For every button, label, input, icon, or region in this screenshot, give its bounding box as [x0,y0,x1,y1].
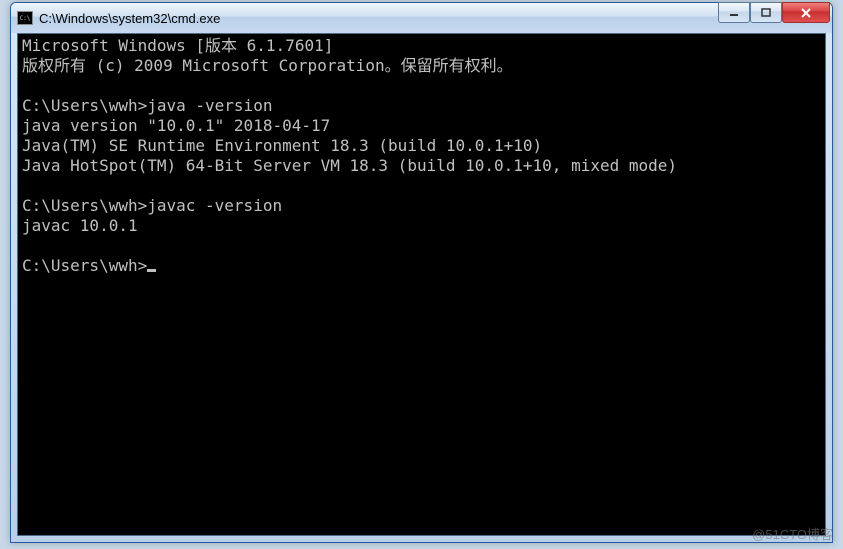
watermark: @51CTO博客 [752,524,833,543]
titlebar[interactable]: C:\Windows\system32\cmd.exe [11,3,832,33]
console-line: Microsoft Windows [版本 6.1.7601] [22,36,333,55]
console-line: Java HotSpot(TM) 64-Bit Server VM 18.3 (… [22,156,677,175]
console-output: Microsoft Windows [版本 6.1.7601] 版权所有 (c)… [22,36,821,276]
minimize-button[interactable] [718,2,750,23]
maximize-button[interactable] [750,2,782,23]
console-prompt: C:\Users\wwh> [22,256,147,275]
console-line: Java(TM) SE Runtime Environment 18.3 (bu… [22,136,542,155]
cmd-window: C:\Windows\system32\cmd.exe Microsoft Wi… [10,2,833,543]
console-line: javac 10.0.1 [22,216,138,235]
console-line: 版权所有 (c) 2009 Microsoft Corporation。保留所有… [22,56,513,75]
console-line: C:\Users\wwh>javac -version [22,196,282,215]
console-line: C:\Users\wwh>java -version [22,96,272,115]
minimize-icon [729,8,739,18]
window-title: C:\Windows\system32\cmd.exe [39,11,718,26]
console-area[interactable]: Microsoft Windows [版本 6.1.7601] 版权所有 (c)… [17,33,826,536]
close-icon [800,8,812,18]
cursor [147,269,156,272]
maximize-icon [761,8,771,18]
window-controls [718,2,830,23]
cmd-icon [17,11,33,25]
console-line: java version "10.0.1" 2018-04-17 [22,116,330,135]
close-button[interactable] [782,2,830,23]
